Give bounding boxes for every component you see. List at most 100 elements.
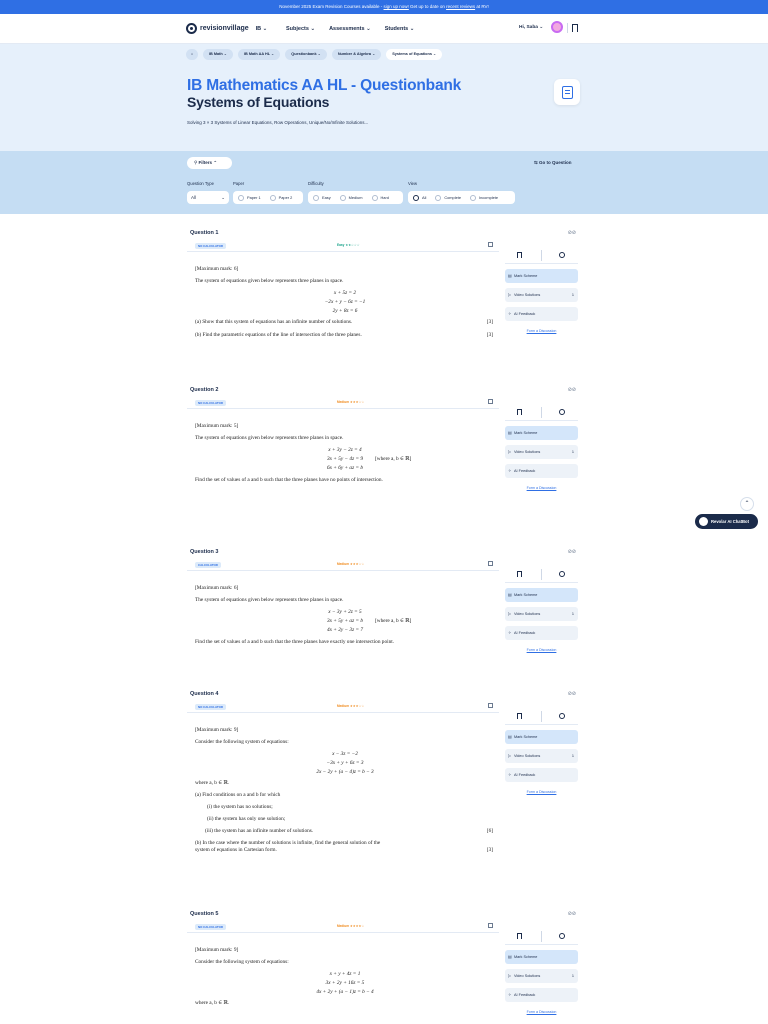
- status-icon[interactable]: [559, 409, 565, 415]
- medium-option[interactable]: Medium: [339, 194, 363, 201]
- paper-1-option[interactable]: Paper 1: [238, 194, 261, 201]
- status-icon[interactable]: [559, 252, 565, 258]
- menu-students[interactable]: Students ⌄: [385, 26, 415, 32]
- link-icon[interactable]: ⊘⊘: [568, 387, 576, 393]
- practice-paper-button[interactable]: [554, 79, 580, 105]
- paper-2-option[interactable]: Paper 2: [269, 194, 292, 201]
- question-body: [Maximum mark: 9] Consider the following…: [195, 727, 493, 853]
- view-all-option[interactable]: All: [413, 194, 426, 201]
- view-complete-option[interactable]: Complete: [435, 194, 461, 201]
- mark-scheme-button[interactable]: ▤ Mark Scheme: [505, 588, 578, 602]
- view-filter: All Complete Incomplete: [408, 191, 515, 204]
- menu-subjects[interactable]: Subjects ⌄: [286, 26, 315, 32]
- question-title: Question 5: [190, 911, 219, 917]
- status-icon[interactable]: [559, 713, 565, 719]
- expand-icon[interactable]: [488, 242, 493, 247]
- bookmark-icon[interactable]: [572, 24, 578, 32]
- video-solutions-button[interactable]: ▷ Video Solutions 1: [505, 607, 578, 621]
- filters-toggle[interactable]: ⚲ Filters ⌃: [187, 157, 232, 169]
- video-solutions-button[interactable]: ▷ Video Solutions 1: [505, 288, 578, 302]
- mark-scheme-button[interactable]: ▤ Mark Scheme: [505, 950, 578, 964]
- expand-icon[interactable]: [488, 561, 493, 566]
- home-icon[interactable]: ⌂: [186, 49, 198, 60]
- page-title: IB Mathematics AA HL - Questionbank: [187, 77, 462, 94]
- video-solutions-button[interactable]: ▷ Video Solutions 1: [505, 749, 578, 763]
- question-card: Question 1 ⊘⊘ NO CALCULATOR Easy ★★☆☆☆ […: [187, 230, 578, 360]
- question-header: CALCULATOR Medium ★★★☆☆: [187, 559, 499, 571]
- difficulty-filter: Easy Medium Hard: [308, 191, 403, 204]
- question-actions: ▤ Mark Scheme ▷ Video Solutions 1 ✧ AI Feedb…: [505, 248, 578, 333]
- question-body: [Maximum mark: 5] The system of equation…: [195, 423, 412, 484]
- go-to-question[interactable]: ⇆ Go to Question: [534, 160, 572, 166]
- user-menu[interactable]: Hi, Saba ⌄: [519, 25, 543, 30]
- mark-scheme-button[interactable]: ▤ Mark Scheme: [505, 730, 578, 744]
- breadcrumb-item[interactable]: IB Math AA HL ⌄: [237, 49, 281, 60]
- ai-feedback-button[interactable]: ✧ AI Feedback: [505, 768, 578, 782]
- discussion-link[interactable]: Form a Discussion: [505, 648, 578, 652]
- question-card: Question 5 ⊘⊘ NO CALCULATOR Medium ★★★★☆…: [187, 911, 578, 1024]
- discussion-link[interactable]: Form a Discussion: [505, 790, 578, 794]
- calculator-tag: NO CALCULATOR: [195, 704, 226, 710]
- hard-option[interactable]: Hard: [371, 194, 389, 201]
- ai-feedback-button[interactable]: ✧ AI Feedback: [505, 988, 578, 1002]
- calculator-tag: CALCULATOR: [195, 562, 221, 568]
- question-body: [Maximum mark: 6] The system of equation…: [195, 266, 493, 339]
- reviews-link[interactable]: recent reviews: [446, 4, 475, 9]
- label-paper: Paper: [233, 181, 245, 186]
- bookmark-icon[interactable]: [517, 933, 522, 939]
- link-icon[interactable]: ⊘⊘: [568, 230, 576, 236]
- mark-scheme-button[interactable]: ▤ Mark Scheme: [505, 426, 578, 440]
- bookmark-icon[interactable]: [517, 571, 522, 577]
- status-icon[interactable]: [559, 933, 565, 939]
- ai-feedback-button[interactable]: ✧ AI Feedback: [505, 307, 578, 321]
- breadcrumb-item[interactable]: IB Math ⌄: [203, 49, 233, 60]
- expand-icon[interactable]: [488, 399, 493, 404]
- mark-scheme-button[interactable]: ▤ Mark Scheme: [505, 269, 578, 283]
- chatbot-icon: [699, 517, 708, 526]
- discussion-link[interactable]: Form a Discussion: [505, 486, 578, 490]
- video-solutions-button[interactable]: ▷ Video Solutions 1: [505, 969, 578, 983]
- page-description: Solving 3 × 3 Systems of Linear Equation…: [187, 120, 369, 125]
- top-nav: revisionvillage IB ⌄ Subjects ⌄ Assessme…: [0, 14, 768, 44]
- discussion-link[interactable]: Form a Discussion: [505, 1010, 578, 1014]
- announcement-bar: November 2025 Exam Revision Courses avai…: [0, 0, 768, 14]
- bookmark-icon[interactable]: [517, 252, 522, 258]
- status-icon[interactable]: [559, 571, 565, 577]
- question-type-select[interactable]: All ⌄: [187, 191, 229, 204]
- document-icon: [561, 85, 573, 99]
- menu-assessments[interactable]: Assessments ⌄: [329, 26, 371, 32]
- link-icon[interactable]: ⊘⊘: [568, 691, 576, 697]
- curriculum-select[interactable]: IB ⌄: [256, 26, 268, 32]
- breadcrumb: ⌂ IB Math ⌄ IB Math AA HL ⌄ Questionbank…: [186, 49, 443, 60]
- page-subtitle: Systems of Equations: [187, 94, 330, 110]
- link-icon[interactable]: ⊘⊘: [568, 911, 576, 917]
- expand-icon[interactable]: [488, 703, 493, 708]
- breadcrumb-item[interactable]: Number & Algebra ⌄: [331, 49, 382, 60]
- avatar[interactable]: [551, 21, 563, 33]
- ai-feedback-button[interactable]: ✧ AI Feedback: [505, 464, 578, 478]
- view-incomplete-option[interactable]: Incomplete: [469, 194, 498, 201]
- bookmark-icon[interactable]: [517, 409, 522, 415]
- video-solutions-button[interactable]: ▷ Video Solutions 1: [505, 445, 578, 459]
- question-header: NO CALCULATOR Medium ★★★☆☆: [187, 397, 499, 409]
- link-icon[interactable]: ⊘⊘: [568, 549, 576, 555]
- ai-feedback-button[interactable]: ✧ AI Feedback: [505, 626, 578, 640]
- breadcrumb-item[interactable]: Questionbank ⌄: [285, 49, 327, 60]
- scroll-to-top-button[interactable]: ⌃: [740, 497, 754, 511]
- nav-divider: [567, 23, 568, 33]
- question-header: NO CALCULATOR Medium ★★★☆☆: [187, 701, 499, 713]
- breadcrumb-item-current[interactable]: Systems of Equations ⌄: [386, 49, 443, 60]
- difficulty-label: Medium ★★★★☆: [337, 924, 365, 928]
- question-card: Question 2 ⊘⊘ NO CALCULATOR Medium ★★★☆☆…: [187, 387, 578, 517]
- question-card: Question 3 ⊘⊘ CALCULATOR Medium ★★★☆☆ [M…: [187, 549, 578, 669]
- bookmark-icon[interactable]: [517, 713, 522, 719]
- difficulty-label: Medium ★★★☆☆: [337, 704, 365, 708]
- signup-link[interactable]: sign up now!: [384, 4, 409, 9]
- easy-option[interactable]: Easy: [313, 194, 331, 201]
- logo[interactable]: revisionvillage IB ⌄: [186, 23, 267, 34]
- calculator-tag: NO CALCULATOR: [195, 400, 226, 406]
- expand-icon[interactable]: [488, 923, 493, 928]
- question-body: [Maximum mark: 9] Consider the following…: [195, 947, 374, 1007]
- discussion-link[interactable]: Form a Discussion: [505, 329, 578, 333]
- ai-chatbot-button[interactable]: Revolar AI ChatBot: [695, 514, 758, 529]
